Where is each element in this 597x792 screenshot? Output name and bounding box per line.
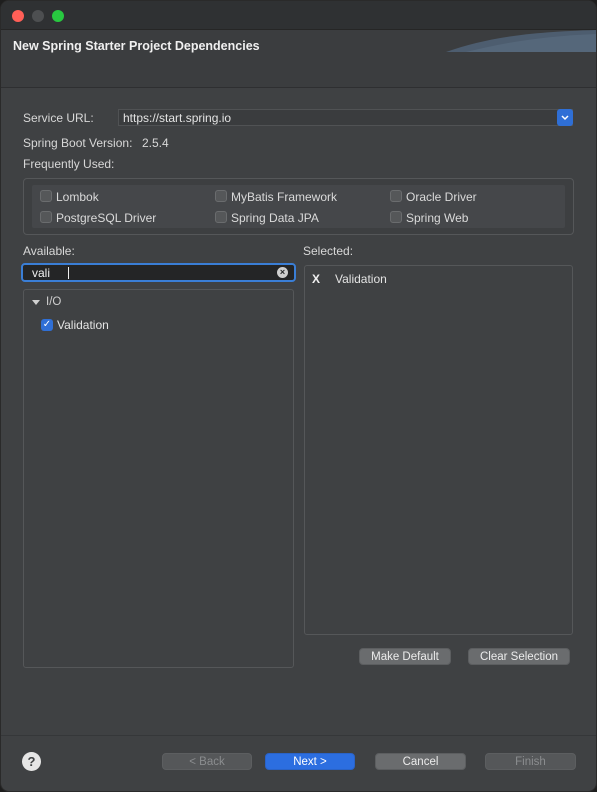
selected-label: Selected:: [303, 244, 354, 258]
dependency-search-input[interactable]: vali ×: [21, 263, 296, 282]
remove-selection-icon[interactable]: X: [312, 272, 320, 286]
header-banner: New Spring Starter Project Dependencies: [1, 30, 596, 88]
footer-divider: [1, 735, 596, 736]
minimize-window-button[interactable]: [32, 10, 44, 22]
frequently-used-label: Frequently Used:: [23, 157, 115, 171]
spring-web-checkbox[interactable]: [390, 211, 402, 223]
selected-item-validation: Validation: [335, 272, 387, 286]
clear-selection-button[interactable]: Clear Selection: [468, 648, 570, 665]
boot-version-value: 2.5.4: [142, 136, 169, 150]
mybatis-label[interactable]: MyBatis Framework: [231, 190, 337, 204]
validation-checkbox[interactable]: ✓: [41, 319, 53, 331]
available-dependencies-tree[interactable]: I/O ✓ Validation: [23, 289, 294, 668]
boot-version-label: Spring Boot Version:: [23, 136, 133, 150]
postgresql-checkbox[interactable]: [40, 211, 52, 223]
dialog-title: New Spring Starter Project Dependencies: [13, 39, 260, 53]
oracle-driver-checkbox[interactable]: [390, 190, 402, 202]
selected-dependencies-list: X Validation: [304, 265, 573, 635]
lombok-label[interactable]: Lombok: [56, 190, 99, 204]
oracle-driver-label[interactable]: Oracle Driver: [406, 190, 477, 204]
banner-decoration: [446, 30, 596, 52]
postgresql-label[interactable]: PostgreSQL Driver: [56, 211, 156, 225]
maximize-window-button[interactable]: [52, 10, 64, 22]
close-window-button[interactable]: [12, 10, 24, 22]
expand-arrow-icon[interactable]: [32, 300, 40, 305]
help-icon[interactable]: ?: [22, 752, 41, 771]
service-url-value: https://start.spring.io: [123, 111, 232, 125]
finish-button[interactable]: Finish: [485, 753, 576, 770]
spring-data-jpa-label[interactable]: Spring Data JPA: [231, 211, 319, 225]
service-url-combo[interactable]: https://start.spring.io: [118, 109, 573, 126]
make-default-button[interactable]: Make Default: [359, 648, 451, 665]
back-button[interactable]: < Back: [162, 753, 252, 770]
clear-search-icon[interactable]: ×: [277, 267, 288, 278]
next-button[interactable]: Next >: [265, 753, 355, 770]
text-caret: [68, 267, 69, 279]
frequently-used-group: [23, 178, 574, 235]
spring-data-jpa-checkbox[interactable]: [215, 211, 227, 223]
title-bar: [1, 1, 596, 30]
service-url-label: Service URL:: [23, 111, 94, 125]
tree-category-io[interactable]: I/O: [46, 296, 61, 308]
dialog-window: New Spring Starter Project Dependencies …: [0, 0, 597, 792]
tree-item-validation[interactable]: Validation: [57, 318, 109, 332]
chevron-down-icon: [561, 114, 569, 120]
spring-web-label[interactable]: Spring Web: [406, 211, 468, 225]
dropdown-button[interactable]: [557, 109, 573, 126]
cancel-button[interactable]: Cancel: [375, 753, 466, 770]
lombok-checkbox[interactable]: [40, 190, 52, 202]
available-label: Available:: [23, 244, 75, 258]
search-value: vali: [32, 266, 51, 280]
mybatis-checkbox[interactable]: [215, 190, 227, 202]
